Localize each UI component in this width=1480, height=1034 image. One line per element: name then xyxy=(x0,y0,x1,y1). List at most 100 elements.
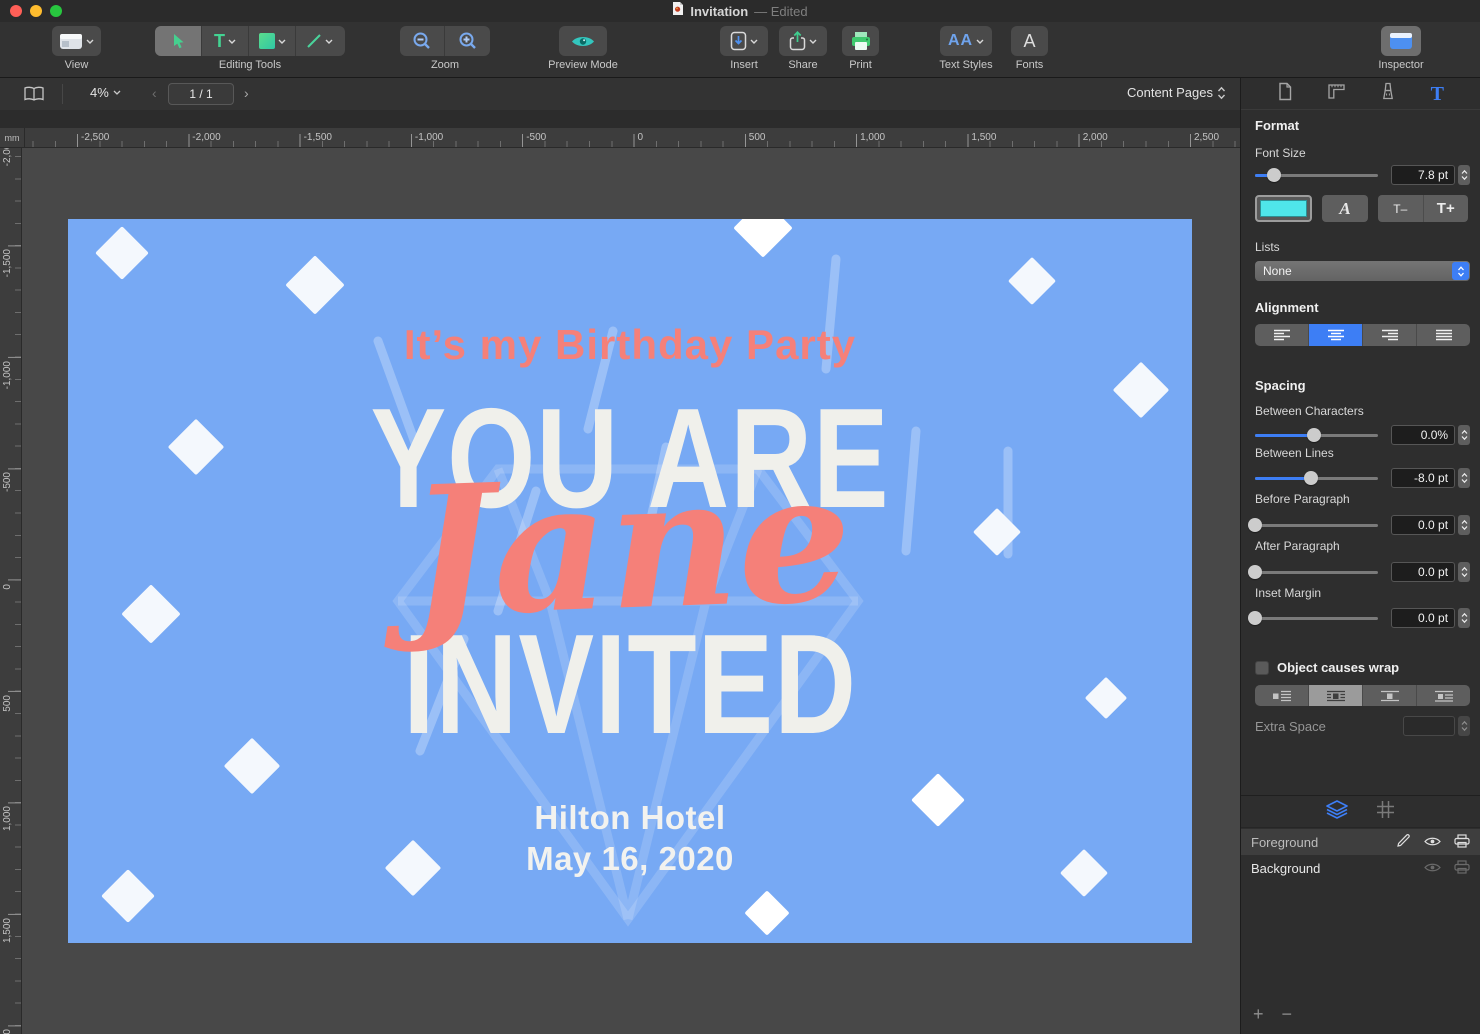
page-indicator[interactable]: 1 / 1 xyxy=(168,83,234,105)
tab-document[interactable] xyxy=(1277,82,1293,106)
layers-tab[interactable] xyxy=(1326,799,1348,824)
inspector-icon xyxy=(1390,33,1412,49)
between-characters-stepper[interactable] xyxy=(1458,425,1470,445)
wrap-around-button[interactable] xyxy=(1309,685,1363,706)
view-button[interactable] xyxy=(52,26,101,56)
ruler-label: -2,000 xyxy=(192,132,221,143)
remove-layer-button[interactable]: − xyxy=(1282,1004,1293,1025)
align-right-button[interactable] xyxy=(1363,324,1417,346)
inspector-toggle-button[interactable] xyxy=(1381,26,1421,56)
align-left-button[interactable] xyxy=(1255,324,1309,346)
next-page-button[interactable]: › xyxy=(244,85,249,101)
canvas[interactable]: It’s my Birthday Party YOU ARE Jane INVI… xyxy=(22,148,1240,1034)
before-paragraph-stepper[interactable] xyxy=(1458,515,1470,535)
select-tool-button[interactable] xyxy=(155,26,202,56)
content-pages-label: Content Pages xyxy=(1126,85,1213,100)
inset-margin-stepper[interactable] xyxy=(1458,608,1470,628)
preview-mode-button[interactable] xyxy=(559,26,607,56)
content-pages-menu[interactable]: Content Pages xyxy=(1127,85,1226,100)
grid-tab[interactable] xyxy=(1376,800,1395,824)
lists-dropdown[interactable]: None xyxy=(1255,261,1470,281)
zoom-in-button[interactable] xyxy=(445,26,490,56)
between-lines-slider[interactable] xyxy=(1255,467,1379,489)
insert-button[interactable] xyxy=(720,26,768,56)
layer-print-icon[interactable] xyxy=(1454,859,1470,877)
layer-print-icon[interactable] xyxy=(1454,833,1470,851)
inset-margin-field[interactable]: 0.0 pt xyxy=(1391,608,1456,628)
after-paragraph-field[interactable]: 0.0 pt xyxy=(1391,562,1456,582)
lists-label: Lists xyxy=(1255,240,1280,254)
invitation-card[interactable]: It’s my Birthday Party YOU ARE Jane INVI… xyxy=(68,219,1192,943)
between-characters-slider[interactable] xyxy=(1255,424,1379,446)
wrap-inline-button[interactable] xyxy=(1417,685,1470,706)
text-styles-icon: AA xyxy=(947,32,974,49)
align-center-button[interactable] xyxy=(1309,324,1363,346)
window-title: Invitation xyxy=(690,3,749,19)
extra-space-label: Extra Space xyxy=(1255,718,1326,734)
eye-icon xyxy=(572,36,594,46)
text-styles-label: Text Styles xyxy=(939,59,993,71)
lists-value: None xyxy=(1263,264,1292,278)
wrap-left-button[interactable] xyxy=(1255,685,1309,706)
after-paragraph-slider[interactable] xyxy=(1248,561,1379,583)
extra-space-stepper[interactable] xyxy=(1458,716,1470,736)
ruler-label: 500 xyxy=(2,695,13,712)
between-lines-field[interactable]: -8.0 pt xyxy=(1391,468,1456,488)
font-size-stepper[interactable] xyxy=(1458,165,1470,185)
dropdown-arrows-icon xyxy=(1452,262,1469,280)
align-justify-button[interactable] xyxy=(1417,324,1470,346)
fonts-button[interactable]: A xyxy=(1011,26,1048,56)
layer-row-background[interactable]: Background xyxy=(1241,855,1480,881)
tab-text[interactable]: T xyxy=(1431,84,1444,104)
wrap-above-below-button[interactable] xyxy=(1363,685,1417,706)
shape-tool-button[interactable] xyxy=(249,26,296,56)
line-tool-button[interactable] xyxy=(296,26,343,56)
after-paragraph-stepper[interactable] xyxy=(1458,562,1470,582)
text-tool-button[interactable]: T xyxy=(202,26,249,56)
view-group: View xyxy=(52,26,101,71)
window-edited-status: — Edited xyxy=(754,3,808,19)
chevron-down-icon xyxy=(278,39,285,44)
zoom-out-button[interactable] xyxy=(400,26,445,56)
text-color-well[interactable] xyxy=(1255,195,1312,222)
previous-page-button[interactable]: ‹ xyxy=(152,85,157,101)
layer-row-foreground[interactable]: Foreground xyxy=(1241,829,1480,855)
decrease-font-size-button[interactable]: T– xyxy=(1378,195,1424,222)
inset-margin-slider[interactable] xyxy=(1248,607,1379,629)
navigation-bar: 4% ‹ 1 / 1 › Content Pages xyxy=(0,78,1240,110)
character-style-button[interactable]: A xyxy=(1322,195,1368,222)
font-size-slider[interactable] xyxy=(1255,164,1379,186)
layer-visibility-icon[interactable] xyxy=(1424,861,1441,876)
tab-appearance[interactable] xyxy=(1379,82,1397,105)
canvas-zoom-menu[interactable]: 4% xyxy=(90,85,121,100)
object-causes-wrap-checkbox[interactable] xyxy=(1255,660,1269,675)
object-causes-wrap-row: Object causes wrap xyxy=(1255,660,1399,675)
ruler-label: 1,500 xyxy=(2,917,13,943)
between-characters-field[interactable]: 0.0% xyxy=(1391,425,1456,445)
edit-layer-icon[interactable] xyxy=(1396,833,1411,851)
tab-metrics[interactable] xyxy=(1327,82,1346,105)
alignment-heading: Alignment xyxy=(1255,300,1319,315)
ruler-label: 1,500 xyxy=(971,132,997,143)
vertical-ruler[interactable]: -2,000 -1,500 -1,000 -500 0 500 1,000 1,500 2,00… xyxy=(0,148,22,1034)
before-paragraph-slider[interactable] xyxy=(1248,514,1379,536)
before-paragraph-field[interactable]: 0.0 pt xyxy=(1391,515,1456,535)
print-button[interactable] xyxy=(842,26,879,56)
layer-name: Background xyxy=(1251,860,1321,876)
text-tool-icon: T xyxy=(214,30,225,51)
increase-font-size-button[interactable]: T+ xyxy=(1424,195,1469,222)
between-lines-stepper[interactable] xyxy=(1458,468,1470,488)
pages-panel-button[interactable] xyxy=(16,83,52,105)
horizontal-ruler[interactable]: -2,500 -2,000 -1,500 -1,000 -500 0 500 1,000 1,5… xyxy=(25,128,1240,148)
layer-visibility-icon[interactable] xyxy=(1424,835,1441,850)
extra-space-field[interactable] xyxy=(1403,716,1455,736)
share-button[interactable] xyxy=(779,26,827,56)
ruler-label: 0 xyxy=(2,583,13,590)
add-layer-button[interactable]: + xyxy=(1253,1004,1264,1025)
up-down-chevrons-icon xyxy=(1217,86,1226,99)
between-lines-label: Between Lines xyxy=(1255,446,1334,460)
font-size-field[interactable]: 7.8 pt xyxy=(1391,165,1456,185)
text-styles-group: AA Text Styles xyxy=(939,26,993,71)
text-styles-button[interactable]: AA xyxy=(940,26,992,56)
layer-name: Foreground xyxy=(1251,834,1319,850)
